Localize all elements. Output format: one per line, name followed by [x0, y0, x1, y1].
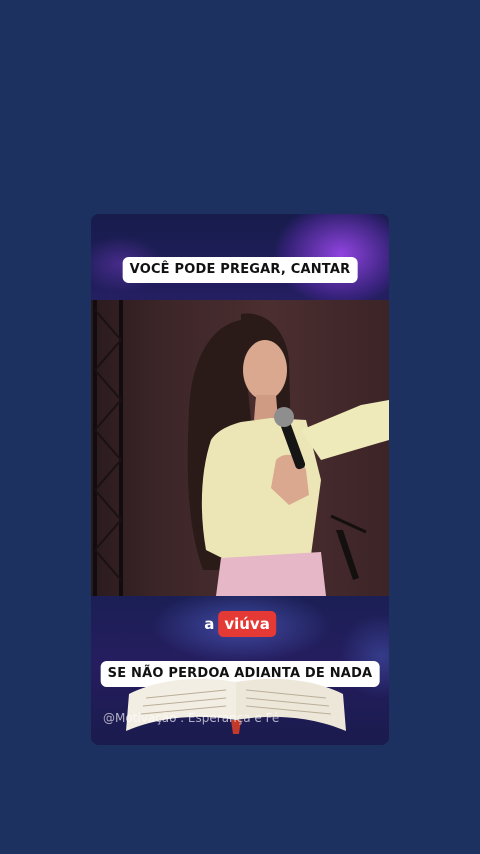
- bottom-banner: a viúva SE NÃO PERDOA ADIANTA DE NADA @M…: [91, 596, 389, 745]
- top-banner: VOCÊ PODE PREGAR, CANTAR: [91, 214, 389, 300]
- name-highlight-badge: viúva: [218, 611, 276, 637]
- watermark-text: @Motivação . Esperança e Fé: [103, 711, 280, 725]
- caption-top: VOCÊ PODE PREGAR, CANTAR: [122, 257, 358, 283]
- video-card[interactable]: VOCÊ PODE PREGAR, CANTAR a viúva SE NÃO …: [91, 214, 389, 745]
- name-article: a: [204, 615, 215, 633]
- name-tag: a viúva: [204, 611, 276, 637]
- video-frame[interactable]: [91, 300, 389, 596]
- screen: VOCÊ PODE PREGAR, CANTAR a viúva SE NÃO …: [0, 0, 480, 854]
- open-bible-icon: [126, 678, 346, 734]
- speaker-figure: [187, 313, 389, 596]
